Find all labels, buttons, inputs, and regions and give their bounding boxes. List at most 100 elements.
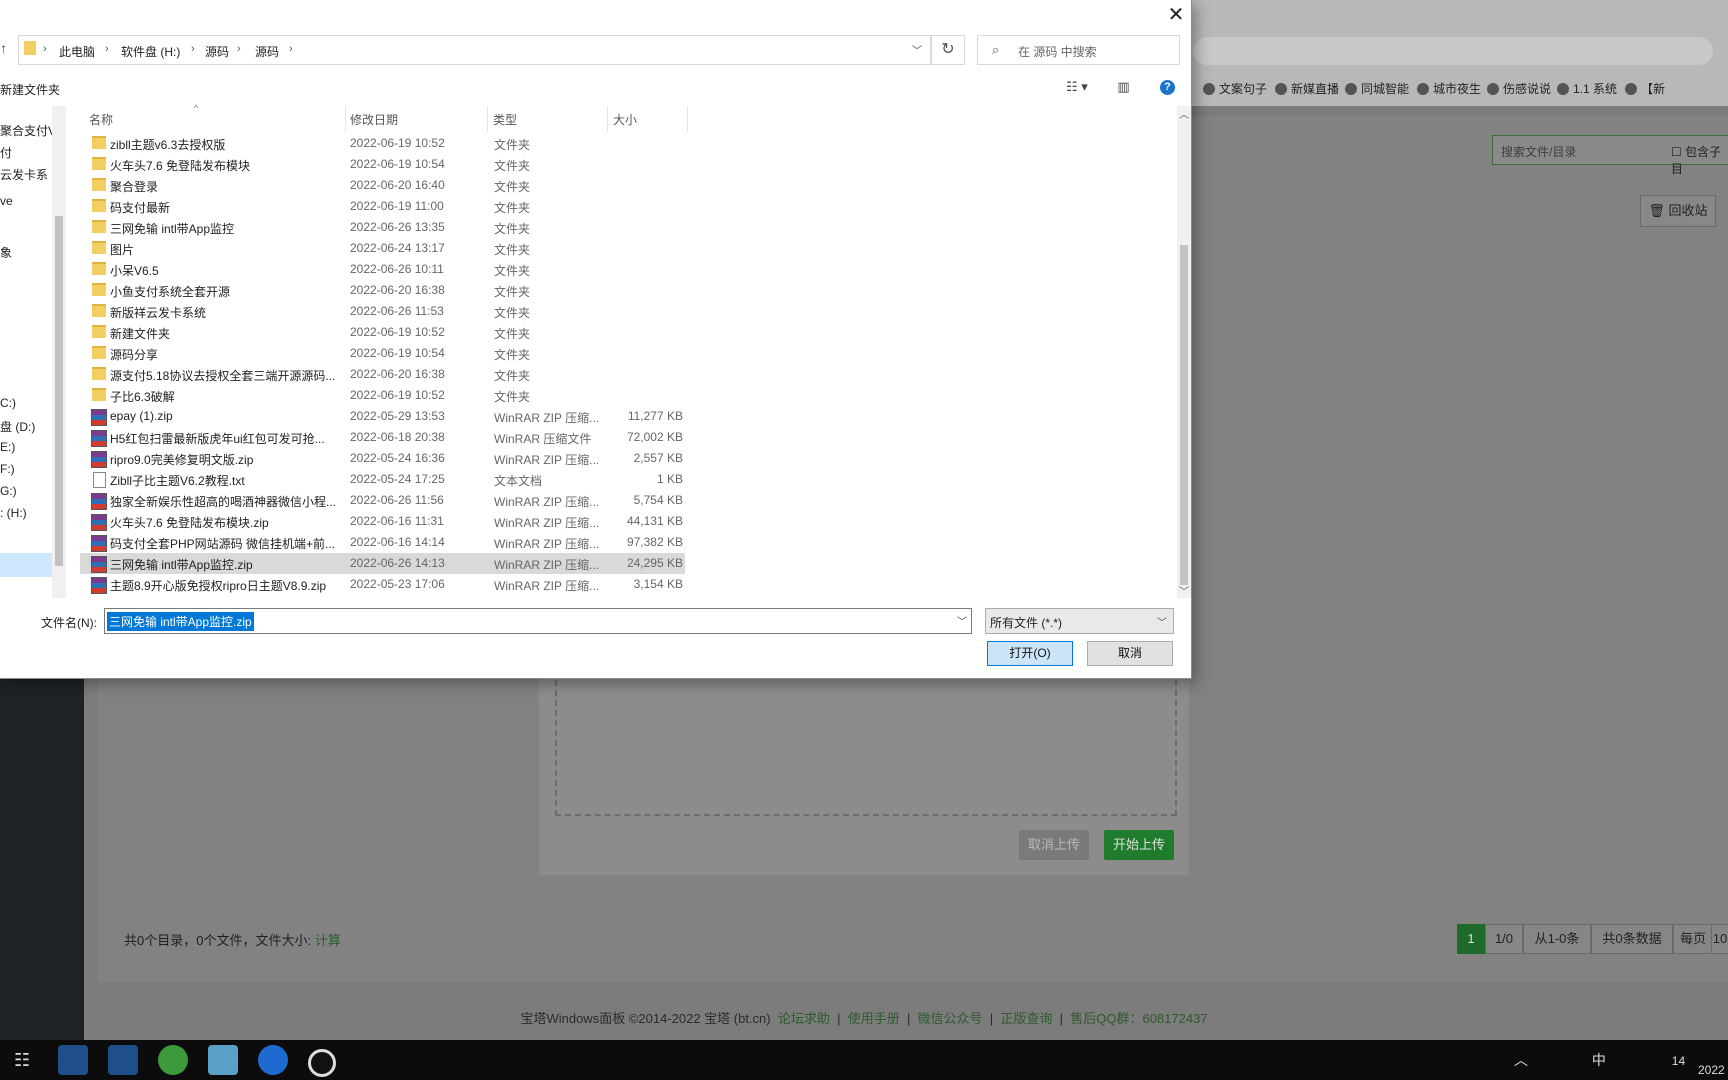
breadcrumb[interactable]: › 此电脑 › 软件盘 (H:) › 源码 › 源码 › ﹀ (18, 35, 931, 65)
nav-item[interactable]: G:) (0, 484, 17, 498)
file-type: WinRAR 压缩文件 (494, 432, 592, 446)
view-options-icon[interactable]: ☷ ▾ (1066, 79, 1088, 94)
file-type: WinRAR ZIP 压缩... (494, 453, 600, 467)
bookmark-favicon-icon (1557, 83, 1569, 95)
file-row[interactable]: 三网免输 intl带App监控 2022-06-26 13:35 文件夹 (80, 217, 685, 238)
pager-per-page-value[interactable]: 10 (1711, 924, 1728, 954)
file-row[interactable]: 子比6.3破解 2022-06-19 10:52 文件夹 (80, 385, 685, 406)
nav-item[interactable]: 付 (0, 144, 12, 161)
file-row[interactable]: 新版祥云发卡系统 2022-06-26 11:53 文件夹 (80, 301, 685, 322)
file-search-input[interactable]: 搜索文件/目录 ☐ 包含子目 (1492, 135, 1728, 176)
file-row[interactable]: 源码分享 2022-06-19 10:54 文件夹 (80, 343, 685, 364)
file-row[interactable]: 小鱼支付系统全套开源 2022-06-20 16:38 文件夹 (80, 280, 685, 301)
bookmark-item[interactable]: 同城智能 (1345, 80, 1409, 97)
col-name[interactable]: 名称 (89, 111, 113, 128)
crumb-source-1[interactable]: 源码 (205, 43, 229, 60)
file-row[interactable]: 小呆V6.5 2022-06-26 10:11 文件夹 (80, 259, 685, 280)
dialog-search-input[interactable]: ⌕ 在 源码 中搜索 (977, 35, 1180, 65)
file-row[interactable]: 码支付全套PHP网站源码 微信挂机端+前... 2022-06-16 14:14 W… (80, 532, 685, 553)
file-row[interactable]: zibll主题v6.3去授权版 2022-06-19 10:52 文件夹 (80, 133, 685, 154)
col-size[interactable]: 大小 (613, 111, 637, 128)
file-row[interactable]: 主题8.9开心版免授权ripro日主题V8.9.zip 2022-05-23 17… (80, 574, 685, 595)
bookmark-item[interactable]: 伤感说说 (1487, 80, 1551, 97)
filename-value[interactable]: 三网免输 intl带App监控.zip (107, 612, 254, 631)
recycle-bin-button[interactable]: 🗑 回收站 (1640, 195, 1716, 227)
clock-date[interactable]: 2022 (1698, 1063, 1725, 1077)
bookmark-item[interactable]: 【新 (1625, 80, 1665, 97)
nav-item[interactable]: E:) (0, 440, 15, 454)
file-row[interactable]: 源支付5.18协议去授权全套三端开源源码... 2022-06-20 16:38 文… (80, 364, 685, 385)
file-row[interactable]: 火车头7.6 免登陆发布模块.zip 2022-06-16 11:31 WinRAR… (80, 511, 685, 532)
new-folder-button[interactable]: 新建文件夹 (0, 81, 60, 98)
k-app-icon[interactable] (258, 1045, 288, 1075)
file-type-select[interactable]: 所有文件 (*.*) ﹀ (985, 608, 1174, 634)
crumb-source-2[interactable]: 源码 (255, 43, 279, 60)
app-icon-1[interactable] (58, 1045, 88, 1075)
record-icon[interactable] (308, 1049, 336, 1077)
nav-scroll-thumb[interactable] (55, 216, 63, 566)
cancel-button[interactable]: 取消 (1087, 641, 1173, 666)
nav-item[interactable]: 象 (0, 244, 12, 261)
nav-item[interactable]: 盘 (D:) (0, 418, 35, 435)
notepad-icon[interactable] (208, 1045, 238, 1075)
nav-item[interactable]: 云发卡系 (0, 166, 48, 183)
nav-item[interactable]: : (H:) (0, 506, 27, 520)
license-link[interactable]: 正版查询 (1000, 1011, 1052, 1026)
bookmark-item[interactable]: 1.1 系统 (1557, 80, 1617, 97)
file-list-scroll-thumb[interactable] (1180, 245, 1188, 585)
start-upload-button[interactable]: 开始上传 (1104, 830, 1174, 860)
qq-group-link[interactable]: 售后QQ群：608172437 (1070, 1011, 1207, 1026)
help-icon[interactable]: ? (1160, 80, 1175, 95)
history-dropdown-icon[interactable]: ﹀ (912, 42, 922, 57)
file-row[interactable]: H5红包扫雷最新版虎年ui红包可发可抢... 2022-06-18 20:38 Wi… (80, 427, 685, 448)
scroll-down-icon[interactable]: ﹀ (1179, 583, 1189, 598)
bt-panel-icon[interactable] (158, 1045, 188, 1075)
bookmark-item[interactable]: 新媒直播 (1275, 80, 1339, 97)
manual-link[interactable]: 使用手册 (848, 1011, 900, 1026)
calculate-link[interactable]: 计算 (315, 933, 341, 948)
file-row[interactable]: 聚合登录 2022-06-20 16:40 文件夹 (80, 175, 685, 196)
crumb-drive-h[interactable]: 软件盘 (H:) (121, 43, 180, 60)
task-view-icon[interactable]: ☷ (14, 1050, 30, 1071)
include-subdir-checkbox[interactable]: ☐ 包含子目 (1671, 143, 1728, 177)
ime-indicator[interactable]: 中 (1592, 1052, 1606, 1068)
open-button[interactable]: 打开(O) (987, 641, 1073, 666)
up-arrow-icon[interactable]: ↑ (0, 40, 7, 56)
file-type: 文件夹 (494, 390, 531, 404)
nav-item[interactable]: C:) (0, 396, 16, 410)
wechat-link[interactable]: 微信公众号 (918, 1011, 983, 1026)
col-type[interactable]: 类型 (493, 111, 517, 128)
cancel-upload-button[interactable]: 取消上传 (1019, 830, 1089, 860)
close-icon[interactable]: ✕ (1166, 4, 1186, 26)
file-row[interactable]: Zibll子比主题V6.2教程.txt 2022-05-24 17:25 文本文档 1… (80, 469, 685, 490)
file-row[interactable]: ripro9.0完美修复明文版.zip 2022-05-24 16:36 WinRA… (80, 448, 685, 469)
col-date[interactable]: 修改日期 (350, 111, 398, 128)
bookmark-item[interactable]: 文案句子 (1203, 80, 1267, 97)
file-row[interactable]: 火车头7.6 免登陆发布模块 2022-06-19 10:54 文件夹 (80, 154, 685, 175)
file-row[interactable]: 图片 2022-06-24 13:17 文件夹 (80, 238, 685, 259)
pager-pages: 1/0 (1485, 924, 1523, 954)
chevron-down-icon[interactable]: ﹀ (957, 613, 967, 628)
file-row[interactable]: 码支付最新 2022-06-19 11:00 文件夹 (80, 196, 685, 217)
preview-pane-icon[interactable]: ▥ (1117, 79, 1129, 94)
pager-current[interactable]: 1 (1457, 924, 1485, 954)
address-bar[interactable] (1193, 37, 1713, 65)
clock[interactable]: 14 (1672, 1054, 1685, 1068)
file-row[interactable]: epay (1).zip 2022-05-29 13:53 WinRAR ZIP 压… (80, 406, 685, 427)
nav-item[interactable]: F:) (0, 462, 15, 476)
tray-arrow-icon[interactable]: ︿ (1514, 1052, 1528, 1068)
nav-item[interactable]: ve (0, 194, 13, 208)
app-icon-2[interactable] (108, 1045, 138, 1075)
crumb-this-pc[interactable]: 此电脑 (59, 43, 95, 60)
refresh-icon[interactable]: ↻ (931, 35, 965, 65)
file-date: 2022-06-24 13:17 (350, 241, 445, 255)
bookmark-item[interactable]: 城市夜生 (1417, 80, 1481, 97)
file-row[interactable]: 独家全新娱乐性超高的喝酒神器微信小程... 2022-06-26 11:56 Win… (80, 490, 685, 511)
file-row[interactable]: 新建文件夹 2022-06-19 10:52 文件夹 (80, 322, 685, 343)
filename-input[interactable]: 三网免输 intl带App监控.zip ﹀ (104, 608, 972, 634)
scroll-up-icon[interactable]: ︿ (1179, 106, 1189, 121)
file-row[interactable]: 三网免输 intl带App监控.zip 2022-06-26 14:13 WinRA… (80, 553, 685, 574)
file-type: WinRAR ZIP 压缩... (494, 537, 600, 551)
forum-link[interactable]: 论坛求助 (778, 1011, 830, 1026)
nav-item[interactable]: 聚合支付V (0, 122, 52, 139)
